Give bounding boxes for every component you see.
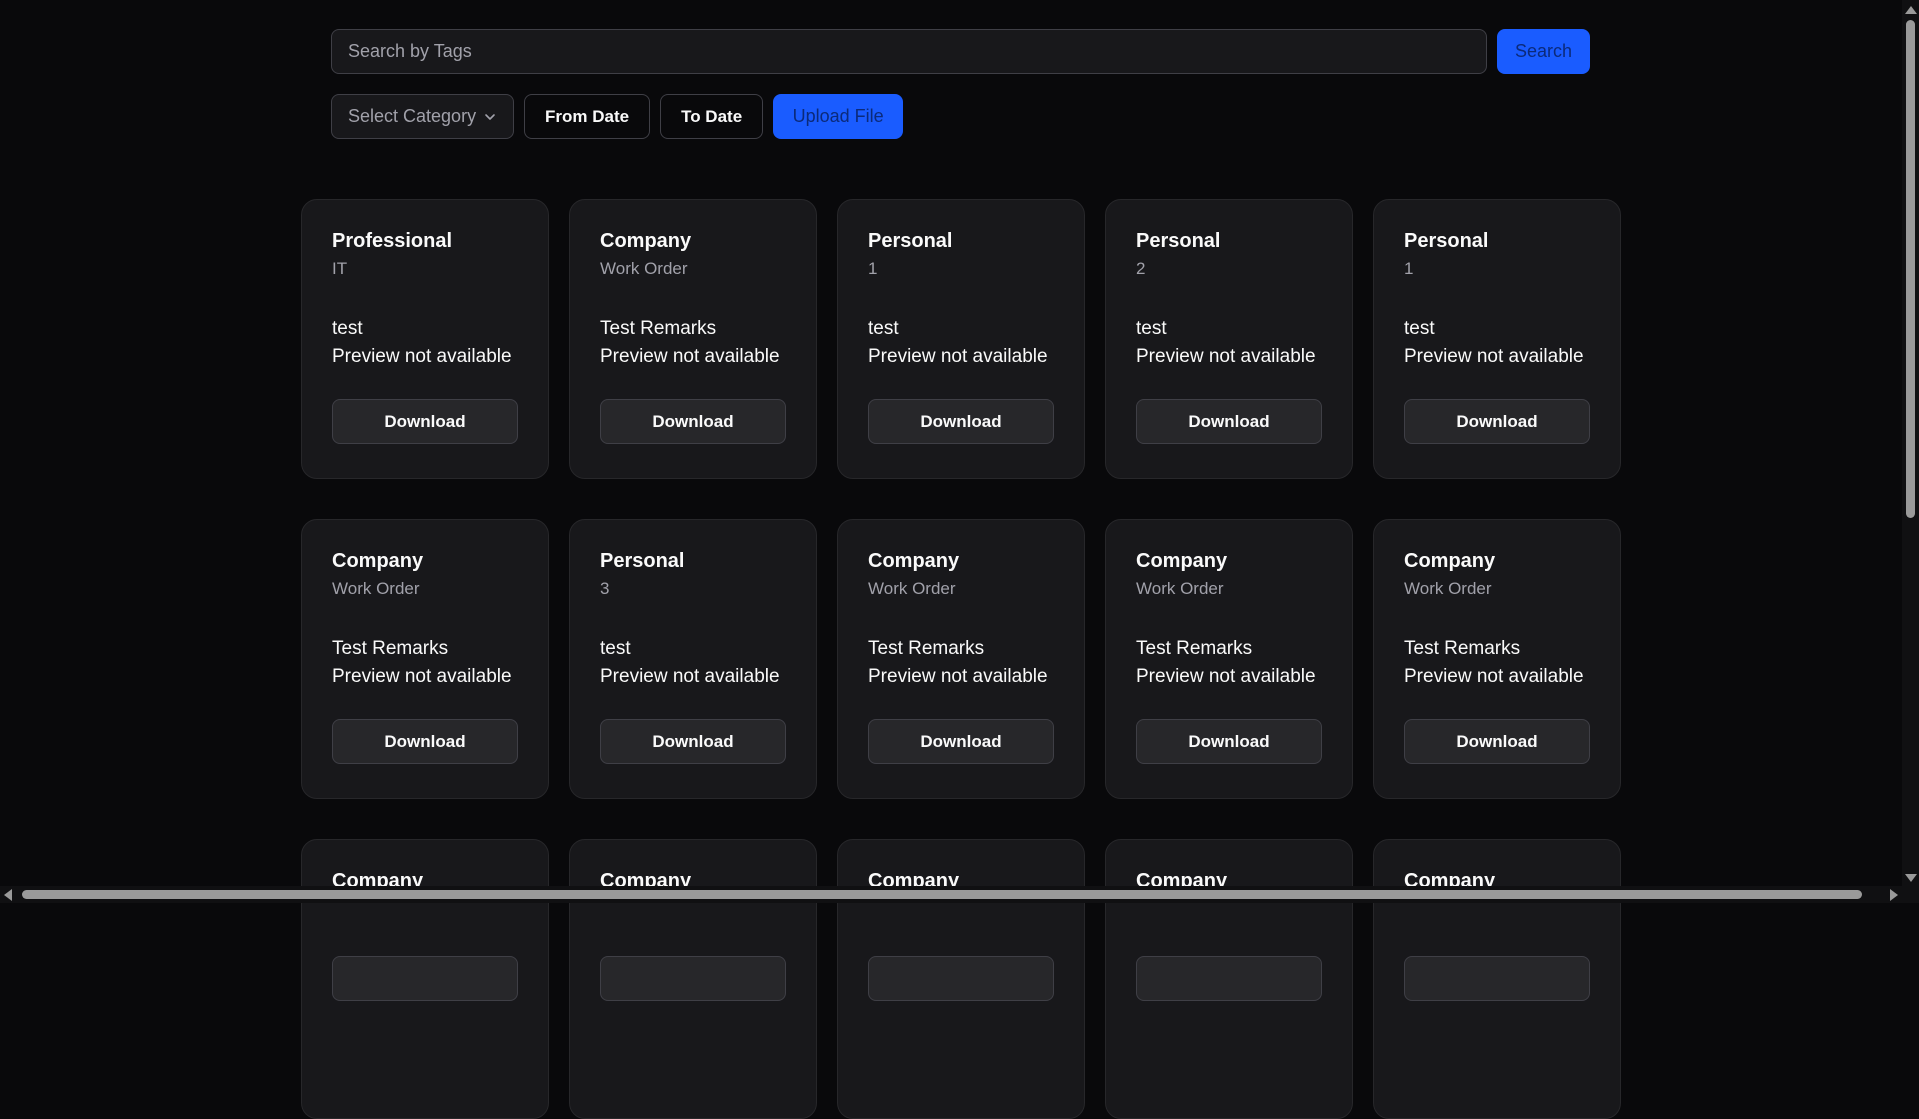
download-button[interactable]: Download [600, 719, 786, 764]
card-title: Company [332, 550, 424, 572]
card-preview-text: Preview not available [600, 346, 780, 367]
search-row: Search [331, 29, 1590, 74]
file-card: Company [837, 839, 1085, 1119]
from-date-button[interactable]: From Date [524, 94, 651, 139]
file-card: Company [301, 839, 549, 1119]
search-button[interactable]: Search [1497, 29, 1590, 74]
download-button[interactable]: Download [332, 719, 518, 764]
card-preview-text: Preview not available [1136, 346, 1316, 367]
scroll-left-arrow-icon[interactable] [4, 889, 12, 901]
card-remarks: Test Remarks [1404, 638, 1521, 659]
download-button[interactable]: Download [1404, 399, 1590, 444]
card-title: Company [1136, 550, 1228, 572]
card-subtitle: Work Order [332, 579, 420, 598]
scroll-up-arrow-icon[interactable] [1905, 6, 1917, 14]
file-card: Company [1373, 839, 1621, 1119]
download-button[interactable] [1136, 956, 1322, 1001]
card-remarks: test [600, 638, 631, 659]
card-title: Company [600, 230, 692, 252]
file-card: Company [1105, 839, 1353, 1119]
card-remarks: test [1136, 318, 1167, 339]
scrollbar-corner [1902, 886, 1919, 903]
download-button[interactable]: Download [868, 399, 1054, 444]
scroll-down-arrow-icon[interactable] [1905, 874, 1917, 882]
file-card: Company Work Order Test Remarks Preview not… [301, 519, 549, 799]
card-preview-text: Preview not available [1404, 346, 1584, 367]
vertical-scrollbar[interactable] [1902, 0, 1919, 886]
download-button[interactable]: Download [1136, 719, 1322, 764]
card-remarks: test [332, 318, 363, 339]
download-button[interactable]: Download [1404, 719, 1590, 764]
card-title: Personal [600, 550, 685, 572]
download-button[interactable] [868, 956, 1054, 1001]
file-card: Company Work Order Test Remarks Preview not… [1105, 519, 1353, 799]
download-button[interactable] [332, 956, 518, 1001]
card-remarks: test [1404, 318, 1435, 339]
file-card: Personal 1 test Preview not available Downlo… [1373, 199, 1621, 479]
file-card: Company Work Order Test Remarks Preview not… [1373, 519, 1621, 799]
card-title: Company [1404, 550, 1496, 572]
download-button[interactable]: Download [332, 399, 518, 444]
card-remarks: Test Remarks [332, 638, 449, 659]
file-card: Company [569, 839, 817, 1119]
card-title: Company [868, 550, 960, 572]
card-preview-text: Preview not available [1404, 666, 1584, 687]
file-card: Company Work Order Test Remarks Preview not… [569, 199, 817, 479]
card-subtitle: Work Order [600, 259, 688, 278]
file-card: Personal 1 test Preview not available Downlo… [837, 199, 1085, 479]
card-subtitle: Work Order [868, 579, 956, 598]
chevron-down-icon [485, 113, 495, 120]
horizontal-scroll-thumb[interactable] [22, 890, 1862, 899]
card-title: Personal [1404, 230, 1489, 252]
download-button[interactable]: Download [1136, 399, 1322, 444]
download-button[interactable]: Download [600, 399, 786, 444]
card-remarks: Test Remarks [1136, 638, 1253, 659]
download-button[interactable] [1404, 956, 1590, 1001]
card-subtitle: 1 [1404, 259, 1414, 278]
filter-row: Select Category From Date To Date Upload… [331, 94, 1590, 139]
card-preview-text: Preview not available [332, 346, 512, 367]
card-subtitle: Work Order [1136, 579, 1224, 598]
card-remarks: Test Remarks [600, 318, 717, 339]
file-card: Personal 2 test Preview not available Downlo… [1105, 199, 1353, 479]
to-date-button[interactable]: To Date [660, 94, 764, 139]
card-preview-text: Preview not available [1136, 666, 1316, 687]
toolbar: Search Select Category From Date To Date… [331, 29, 1590, 139]
card-preview-text: Preview not available [868, 666, 1048, 687]
card-preview-text: Preview not available [600, 666, 780, 687]
card-preview-text: Preview not available [868, 346, 1048, 367]
card-subtitle: IT [332, 259, 348, 278]
category-select-label: Select Category [348, 106, 477, 126]
file-card: Company Work Order Test Remarks Preview not… [837, 519, 1085, 799]
upload-file-button[interactable]: Upload File [773, 94, 904, 139]
category-select[interactable]: Select Category [331, 94, 514, 139]
card-title: Personal [1136, 230, 1221, 252]
card-subtitle: 2 [1136, 259, 1146, 278]
card-remarks: Test Remarks [868, 638, 985, 659]
vertical-scroll-thumb[interactable] [1906, 20, 1915, 518]
card-subtitle: 1 [868, 259, 878, 278]
search-input[interactable] [331, 29, 1487, 74]
card-remarks: test [868, 318, 899, 339]
card-title: Personal [868, 230, 953, 252]
file-card: Personal 3 test Preview not available Downlo… [569, 519, 817, 799]
card-subtitle: 3 [600, 579, 610, 598]
card-subtitle: Work Order [1404, 579, 1492, 598]
download-button[interactable]: Download [868, 719, 1054, 764]
file-card-grid: Professional IT test Preview not available D… [301, 199, 1621, 1119]
scroll-right-arrow-icon[interactable] [1890, 889, 1898, 901]
horizontal-scrollbar[interactable] [0, 886, 1902, 903]
card-preview-text: Preview not available [332, 666, 512, 687]
file-card: Professional IT test Preview not available D… [301, 199, 549, 479]
download-button[interactable] [600, 956, 786, 1001]
card-title: Professional [332, 230, 453, 252]
